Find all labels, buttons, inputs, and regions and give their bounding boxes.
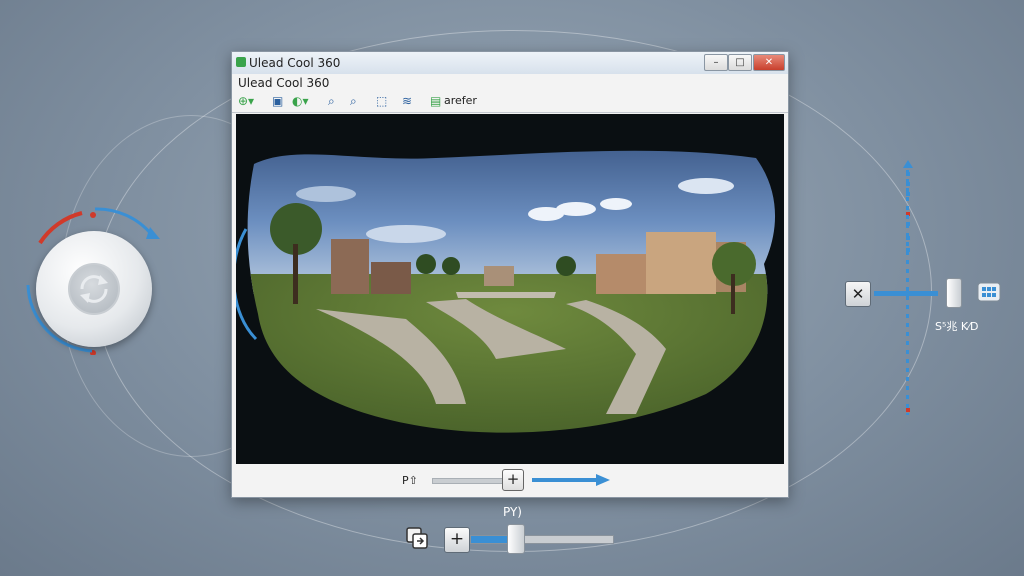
close-button[interactable]: ✕ xyxy=(753,54,785,71)
refresh-icon xyxy=(80,275,108,303)
app-window: Ulead Cool 360 – □ ✕ Ulead Cool 360 ⊕▾ ▣… xyxy=(231,51,789,498)
panel-close-button[interactable]: ✕ xyxy=(845,281,871,307)
dial-knob[interactable] xyxy=(36,231,152,347)
pan-bar: P⇧ + xyxy=(232,464,788,497)
copy-icon[interactable] xyxy=(405,526,429,550)
settings-icon[interactable]: ≋ xyxy=(402,92,412,110)
minimize-button[interactable]: – xyxy=(704,54,728,71)
dial-center xyxy=(68,263,120,315)
panorama-viewport[interactable] xyxy=(236,114,784,464)
select-icon[interactable]: ⬚ xyxy=(376,92,387,110)
zoom-plus-button[interactable]: + xyxy=(444,527,470,553)
image-icon[interactable]: ▣ xyxy=(272,92,283,110)
grid-view-icon[interactable] xyxy=(977,280,1001,304)
toolbar: ⊕▾ ▣ ◐▾ ⌕ ⌕ ⬚ ≋ ▤ arefer xyxy=(232,90,788,113)
rotation-dial[interactable] xyxy=(20,205,170,355)
zoom-in-icon[interactable]: ⌕ xyxy=(328,92,335,110)
zoom-out-icon[interactable]: ⌕ xyxy=(350,92,357,110)
pan-slider-track[interactable] xyxy=(432,478,504,484)
window-title: Ulead Cool 360 xyxy=(249,56,341,70)
window-subtitle: Ulead Cool 360 xyxy=(238,76,330,90)
horizontal-slider-track[interactable] xyxy=(874,291,938,296)
zoom-slider-track[interactable] xyxy=(470,535,614,544)
pan-label: P⇧ xyxy=(402,474,418,487)
maximize-button[interactable]: □ xyxy=(728,54,752,71)
panorama-image xyxy=(236,114,784,464)
title-bar[interactable]: Ulead Cool 360 – □ ✕ xyxy=(232,52,788,74)
arrow-right-icon[interactable] xyxy=(532,473,612,487)
add-icon[interactable]: ⊕▾ xyxy=(238,92,254,110)
palette-icon[interactable]: ◐▾ xyxy=(292,92,309,110)
horizontal-slider-thumb[interactable] xyxy=(946,278,962,308)
app-icon xyxy=(236,57,246,67)
document-icon[interactable]: ▤ xyxy=(430,92,441,110)
pan-plus-button[interactable]: + xyxy=(502,469,524,491)
right-panel-label: S⁵兆 K⁄D xyxy=(935,320,979,333)
zoom-slider-thumb[interactable] xyxy=(506,524,525,554)
zoom-label: PY) xyxy=(503,505,522,519)
toolbar-label[interactable]: arefer xyxy=(444,92,477,110)
